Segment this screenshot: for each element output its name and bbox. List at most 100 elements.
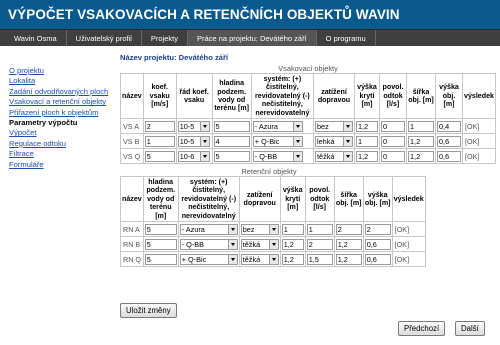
result-link[interactable]: [OK] <box>391 251 426 268</box>
sidebar-item-project[interactable]: O projektu <box>9 66 117 76</box>
table-header-row: název koef. vsaku [m/s] řád koef. vsaku … <box>120 72 496 120</box>
object-width-input[interactable]: 1,2 <box>335 238 362 250</box>
system-select[interactable]: - Q-BB <box>252 150 303 162</box>
cover-height-input[interactable]: 1 <box>281 223 304 235</box>
retention-table: název hladina podzem. vody od terénu [m]… <box>120 176 426 268</box>
object-height-input[interactable]: 0,6 <box>437 150 461 162</box>
groundwater-level-input[interactable]: 5 <box>213 150 250 162</box>
sidebar-item-calculation[interactable]: Výpočet <box>9 128 117 138</box>
groundwater-level-input[interactable]: 5 <box>144 223 177 235</box>
groundwater-level-input[interactable]: 5 <box>213 120 250 132</box>
table-row: VS A 2 10-5 5 - Azura bez 1,2 0 1 0,4 [O… <box>120 118 496 135</box>
allowed-outflow-input[interactable]: 1,5 <box>306 253 333 265</box>
system-select[interactable]: + Q-Bic <box>179 253 238 265</box>
groundwater-level-input[interactable]: 4 <box>213 135 250 147</box>
infiltration-table: název koef. vsaku [m/s] řád koef. vsaku … <box>120 72 496 165</box>
object-width-input[interactable]: 1,2 <box>408 135 434 147</box>
system-select[interactable]: + Q-Bic <box>252 135 303 147</box>
nav-user-profile[interactable]: Uživatelský profil <box>67 30 142 46</box>
sidebar-item-location[interactable]: Lokalita <box>9 76 117 86</box>
groundwater-level-input[interactable]: 5 <box>144 253 177 265</box>
load-select[interactable]: těžká <box>315 150 353 162</box>
nav-wavin-osma[interactable]: Wavin Osma <box>5 30 67 46</box>
sidebar-item-area-assignment[interactable]: Přiřazení ploch k objektům <box>9 108 117 118</box>
chevron-down-icon <box>292 136 302 146</box>
table-header-row: název hladina podzem. vody od terénu [m]… <box>120 176 426 223</box>
cover-height-input[interactable]: 1,2 <box>281 253 304 265</box>
table-row: RN Q 5 + Q-Bic těžká 1,2 1,5 1,2 0,6 [OK… <box>120 251 426 268</box>
next-button[interactable]: Další <box>455 321 485 336</box>
load-select[interactable]: lehká <box>315 135 353 147</box>
nav-about[interactable]: O programu <box>317 30 376 46</box>
infiltration-coef-input[interactable]: 1 <box>144 135 175 147</box>
object-width-input[interactable]: 1,2 <box>408 150 434 162</box>
col-header: šířka obj. [m] <box>406 72 436 120</box>
chevron-down-icon <box>343 136 352 146</box>
cover-height-input[interactable]: 1,2 <box>281 238 304 250</box>
system-select[interactable]: - Azura <box>252 120 303 132</box>
save-changes-button[interactable]: Uložit změny <box>120 303 177 318</box>
cover-height-input[interactable]: 1,2 <box>356 150 378 162</box>
row-name: VS A <box>120 118 144 135</box>
col-header: výška krytí [m] <box>354 72 380 120</box>
result-link[interactable]: [OK] <box>391 236 426 253</box>
result-link[interactable]: [OK] <box>462 118 496 135</box>
object-width-input[interactable]: 1 <box>408 120 434 132</box>
cover-height-input[interactable]: 1 <box>356 135 378 147</box>
col-header: výška obj. [m] <box>435 72 463 120</box>
load-select[interactable]: bez <box>315 120 353 132</box>
allowed-outflow-input[interactable]: 1 <box>306 223 333 235</box>
object-height-input[interactable]: 2 <box>364 223 391 235</box>
allowed-outflow-input[interactable]: 0 <box>381 120 405 132</box>
sidebar-item-objects[interactable]: Vsakovací a retenční objekty <box>9 97 117 107</box>
object-height-input[interactable]: 0,6 <box>364 238 391 250</box>
table-row: VS B 1 10-5 4 + Q-Bic lehká 1 0 1,2 0,6 … <box>120 133 496 150</box>
system-select[interactable]: - Q-BB <box>179 238 238 250</box>
load-select[interactable]: bez <box>240 223 279 235</box>
sidebar-item-forms[interactable]: Formuláře <box>9 160 117 170</box>
load-select[interactable]: těžká <box>240 253 279 265</box>
col-header: výška krytí [m] <box>279 176 306 223</box>
allowed-outflow-input[interactable]: 0 <box>381 150 405 162</box>
sidebar-item-outflow-regulation[interactable]: Regulace odtoku <box>9 139 117 149</box>
infiltration-coef-input[interactable]: 5 <box>144 150 175 162</box>
previous-button[interactable]: Předchozí <box>398 321 446 336</box>
sidebar-item-drained-areas[interactable]: Zadání odvodňovaných ploch <box>9 87 117 97</box>
table-row: VS Q 5 10-6 5 - Q-BB těžká 1,2 0 1,2 0,6… <box>120 148 496 165</box>
sidebar-item-calculation-params[interactable]: Parametry výpočtu <box>9 118 117 128</box>
retention-title: Retenční objekty <box>241 167 297 177</box>
chevron-down-icon <box>268 254 278 264</box>
result-link[interactable]: [OK] <box>462 148 496 165</box>
nav-current-project[interactable]: Práce na projektu: Devátého září <box>188 30 317 46</box>
object-width-input[interactable]: 2 <box>335 223 362 235</box>
col-header: šířka obj. [m] <box>333 176 364 223</box>
result-link[interactable]: [OK] <box>462 133 496 150</box>
groundwater-level-input[interactable]: 5 <box>144 238 177 250</box>
object-height-input[interactable]: 0,6 <box>437 135 461 147</box>
col-header: výsledek <box>462 72 496 120</box>
allowed-outflow-input[interactable]: 2 <box>306 238 333 250</box>
chevron-down-icon <box>199 121 209 131</box>
col-header: zatížení dopravou <box>238 176 281 223</box>
load-select[interactable]: těžká <box>240 238 279 250</box>
object-width-input[interactable]: 1,2 <box>335 253 362 265</box>
allowed-outflow-input[interactable]: 0 <box>381 135 405 147</box>
object-height-input[interactable]: 0,6 <box>364 253 391 265</box>
chevron-down-icon <box>227 224 237 234</box>
chevron-down-icon <box>292 151 302 161</box>
col-header: koef. vsaku [m/s] <box>142 72 177 120</box>
coef-order-select[interactable]: 10-6 <box>177 150 210 162</box>
object-height-input[interactable]: 0,4 <box>437 120 461 132</box>
col-header: povol. odtok [l/s] <box>304 176 335 223</box>
coef-order-select[interactable]: 10-5 <box>177 135 210 147</box>
system-select[interactable]: - Azura <box>179 223 238 235</box>
chevron-down-icon <box>343 151 352 161</box>
coef-order-select[interactable]: 10-5 <box>177 120 210 132</box>
result-link[interactable]: [OK] <box>391 221 426 238</box>
chevron-down-icon <box>199 151 209 161</box>
nav-projects[interactable]: Projekty <box>142 30 189 46</box>
sidebar-item-filtration[interactable]: Filtrace <box>9 149 117 159</box>
col-header: hladina podzem. vody od terénu [m] <box>142 176 179 223</box>
infiltration-coef-input[interactable]: 2 <box>144 120 175 132</box>
cover-height-input[interactable]: 1,2 <box>356 120 378 132</box>
